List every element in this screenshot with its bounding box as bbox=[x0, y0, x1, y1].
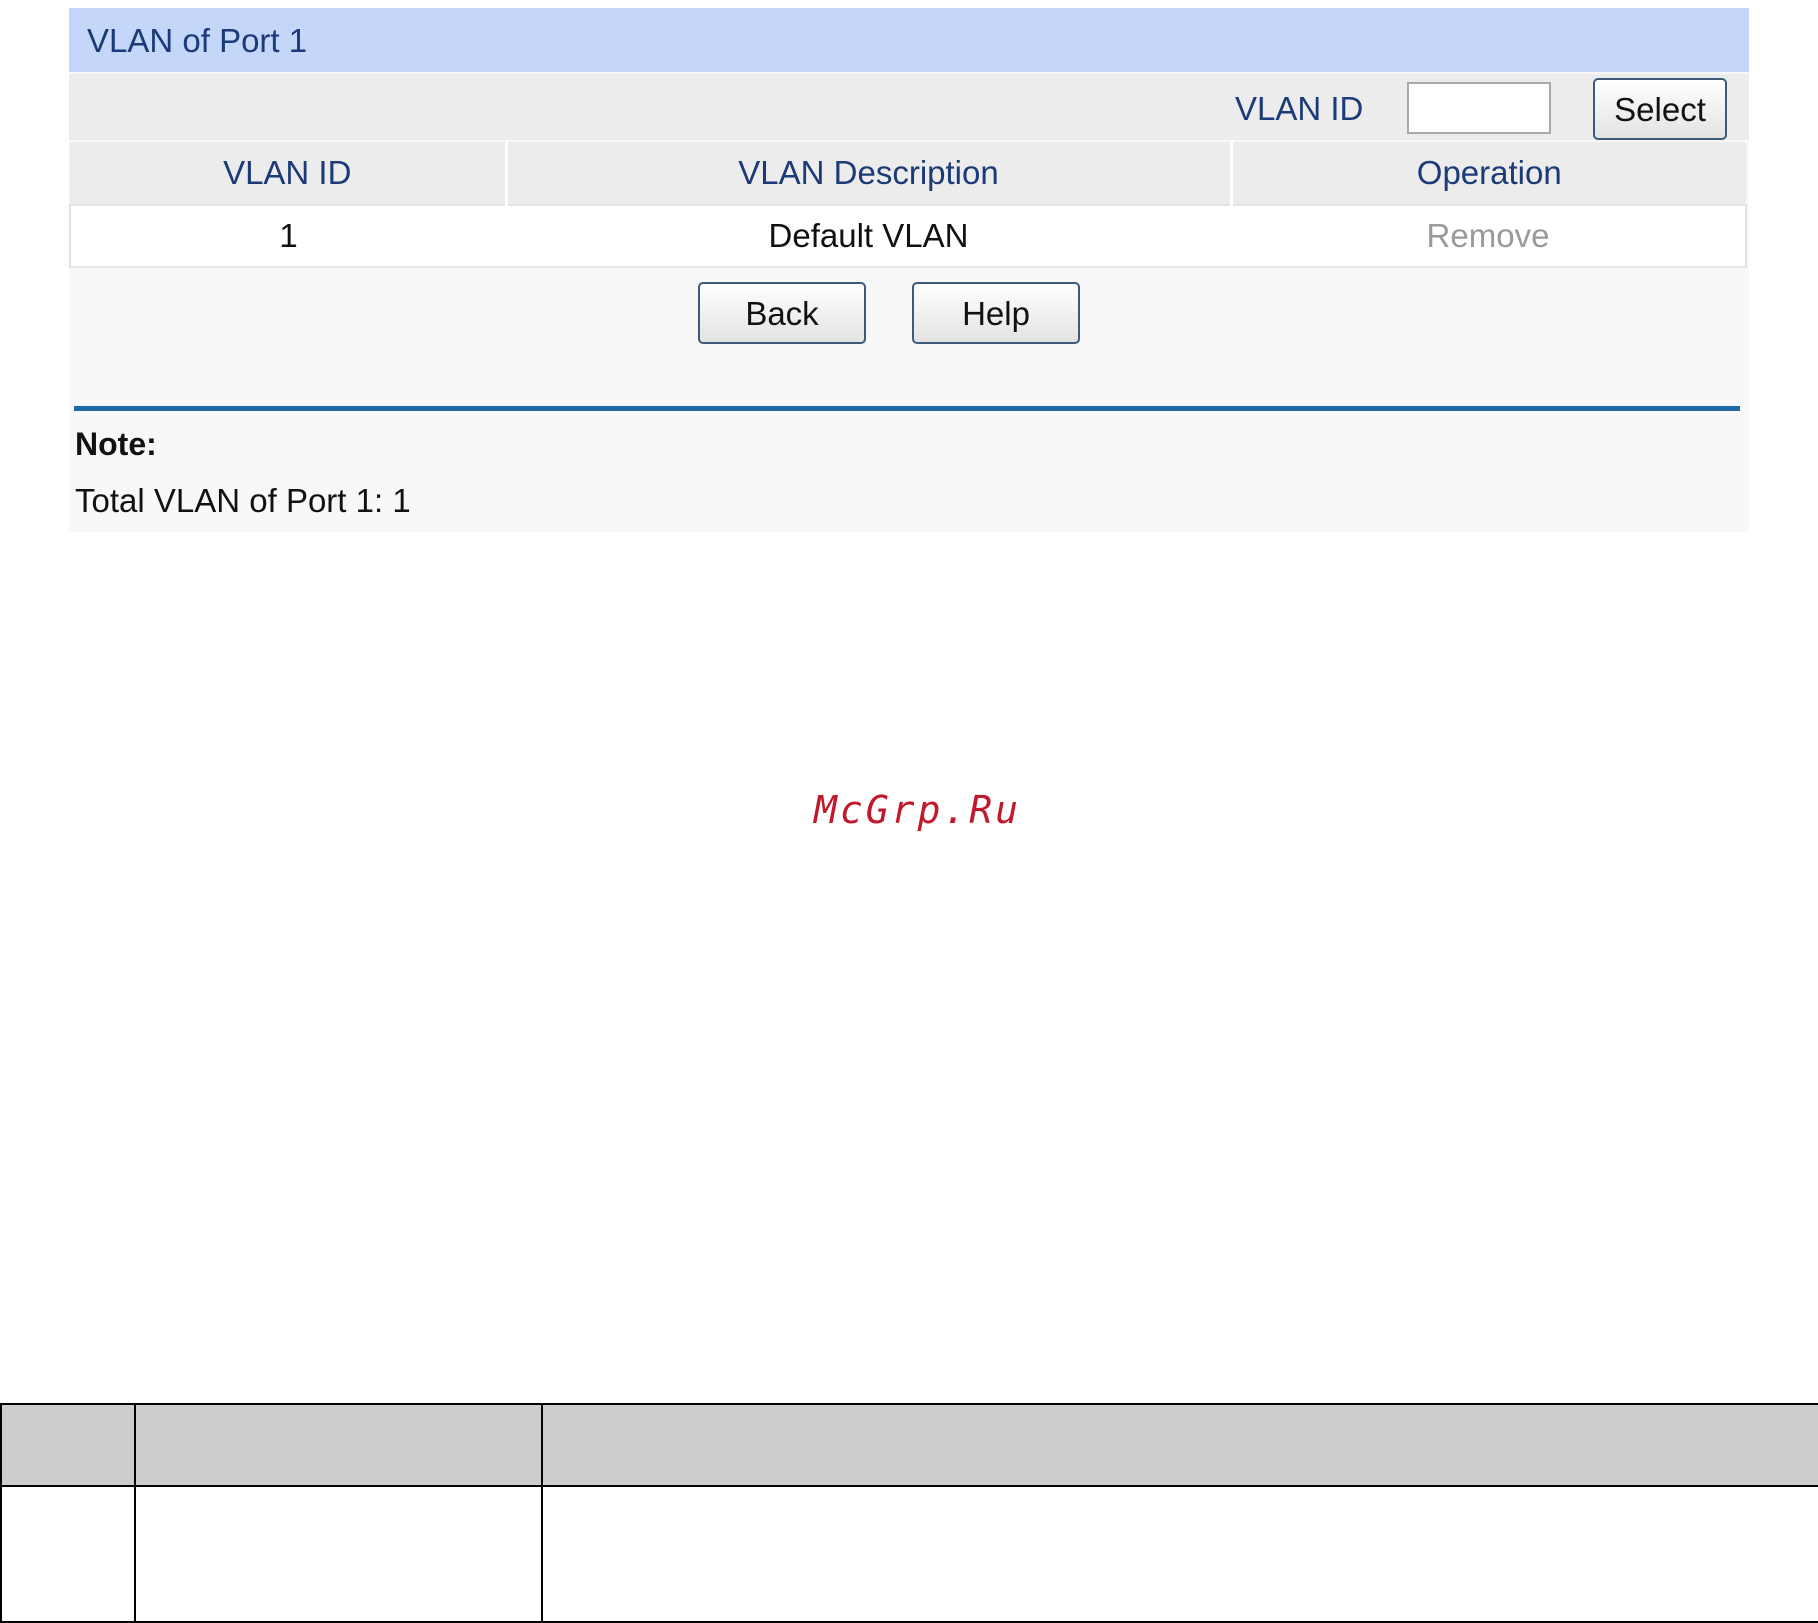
select-button[interactable]: Select bbox=[1593, 78, 1727, 140]
column-header-vlan-description: VLAN Description bbox=[506, 142, 1233, 205]
vlan-port-panel: VLAN of Port 1 VLAN ID Select VLAN ID VL… bbox=[69, 8, 1749, 532]
document-table-cell bbox=[541, 1485, 1818, 1623]
remove-link[interactable]: Remove bbox=[1231, 204, 1747, 268]
document-table-cell bbox=[0, 1485, 136, 1623]
vlan-id-input[interactable] bbox=[1407, 82, 1551, 134]
document-table-header-cell bbox=[0, 1403, 136, 1487]
document-table-header-cell bbox=[541, 1403, 1818, 1487]
vlan-table: VLAN ID VLAN Description Operation 1 Def… bbox=[69, 142, 1747, 268]
cell-vlan-id: 1 bbox=[69, 204, 506, 268]
table-row: 1 Default VLAN Remove bbox=[69, 204, 1747, 268]
column-header-operation: Operation bbox=[1231, 142, 1746, 205]
note-title: Note: bbox=[75, 426, 157, 462]
panel-title: VLAN of Port 1 bbox=[69, 8, 1749, 72]
document-table-cell bbox=[134, 1485, 543, 1623]
column-header-vlan-id: VLAN ID bbox=[70, 142, 508, 205]
document-table-row bbox=[0, 1485, 1818, 1623]
note-text: Total VLAN of Port 1: 1 bbox=[75, 482, 411, 519]
watermark-text: McGrp.Ru bbox=[814, 788, 1022, 832]
vlan-filter-row: VLAN ID Select bbox=[69, 74, 1749, 140]
back-button[interactable]: Back bbox=[698, 282, 866, 344]
cell-vlan-description: Default VLAN bbox=[506, 204, 1231, 268]
help-button[interactable]: Help bbox=[912, 282, 1080, 344]
note-divider bbox=[74, 406, 1740, 411]
document-table-header-cell bbox=[134, 1403, 543, 1487]
table-header-row: VLAN ID VLAN Description Operation bbox=[70, 142, 1746, 205]
document-table-header-row bbox=[0, 1403, 1818, 1487]
vlan-id-label: VLAN ID bbox=[1235, 90, 1364, 127]
document-table bbox=[0, 1403, 1818, 1623]
